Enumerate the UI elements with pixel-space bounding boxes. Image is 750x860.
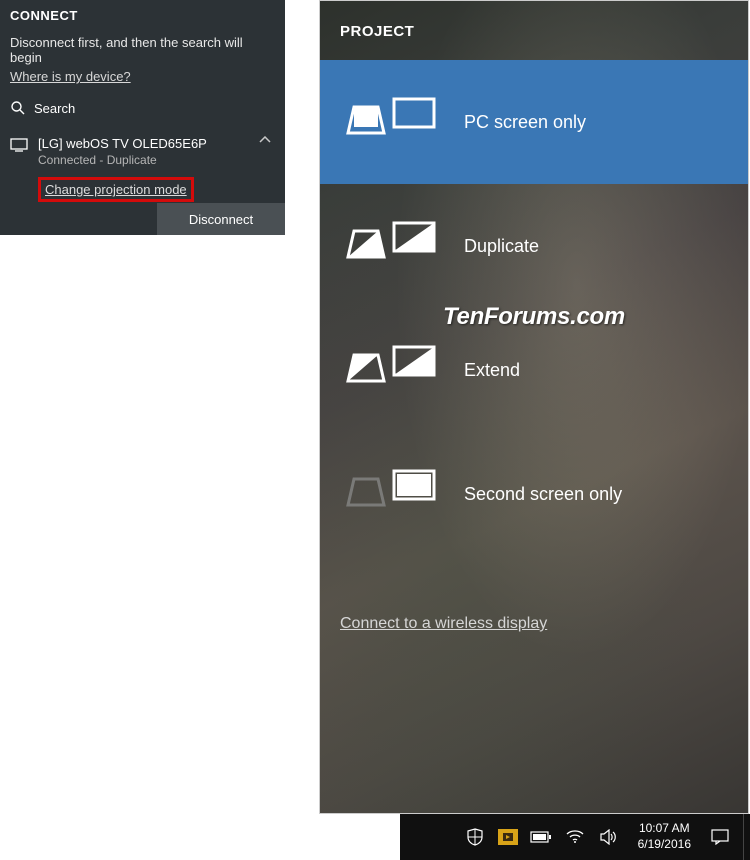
monitor-icon <box>10 138 28 152</box>
app-icon[interactable] <box>498 829 518 845</box>
pc-screen-only-icon <box>340 90 440 154</box>
project-item-label: PC screen only <box>464 112 586 133</box>
project-item-duplicate[interactable]: Duplicate <box>320 184 748 308</box>
chevron-up-icon[interactable] <box>259 136 275 144</box>
device-row[interactable]: [LG] webOS TV OLED65E6P Connected - Dupl… <box>10 136 275 167</box>
project-item-label: Duplicate <box>464 236 539 257</box>
taskbar-clock[interactable]: 10:07 AM 6/19/2016 <box>632 821 697 852</box>
where-is-device-link[interactable]: Where is my device? <box>10 69 131 84</box>
project-title: PROJECT <box>320 1 748 40</box>
taskbar-time: 10:07 AM <box>638 821 691 837</box>
search-icon <box>10 100 26 116</box>
defender-icon[interactable] <box>464 826 486 848</box>
device-info: [LG] webOS TV OLED65E6P Connected - Dupl… <box>38 136 249 167</box>
second-screen-only-icon <box>340 462 440 526</box>
disconnect-button-wrap: Disconnect <box>157 203 285 235</box>
device-name: [LG] webOS TV OLED65E6P <box>38 136 249 151</box>
show-desktop-button[interactable] <box>743 814 746 860</box>
project-item-second-only[interactable]: Second screen only <box>320 432 748 556</box>
device-status: Connected - Duplicate <box>38 153 249 167</box>
connect-title: CONNECT <box>10 8 275 23</box>
wireless-display-link-wrap: Connect to a wireless display <box>340 615 547 633</box>
change-projection-wrap: Change projection mode <box>38 177 275 202</box>
search-label: Search <box>34 101 75 116</box>
duplicate-icon <box>340 214 440 278</box>
action-center-icon[interactable] <box>709 826 731 848</box>
watermark-text: TenForums.com <box>443 303 625 331</box>
change-projection-link[interactable]: Change projection mode <box>45 182 187 197</box>
taskbar-date: 6/19/2016 <box>638 837 691 853</box>
extend-icon <box>340 338 440 402</box>
disconnect-button[interactable]: Disconnect <box>157 203 285 235</box>
wifi-icon[interactable] <box>564 826 586 848</box>
project-item-pc-only[interactable]: PC screen only <box>320 60 748 184</box>
volume-icon[interactable] <box>598 826 620 848</box>
annotation-highlight: Change projection mode <box>38 177 194 202</box>
project-item-label: Second screen only <box>464 484 622 505</box>
connect-instruction: Disconnect first, and then the search wi… <box>10 35 275 65</box>
project-panel: PROJECT TenForums.com PC screen only <box>319 0 749 814</box>
connect-panel: CONNECT Disconnect first, and then the s… <box>0 0 285 235</box>
battery-icon[interactable] <box>530 826 552 848</box>
search-row[interactable]: Search <box>10 100 275 116</box>
wireless-display-link[interactable]: Connect to a wireless display <box>340 615 547 632</box>
taskbar: 10:07 AM 6/19/2016 <box>400 814 750 860</box>
project-item-label: Extend <box>464 360 520 381</box>
